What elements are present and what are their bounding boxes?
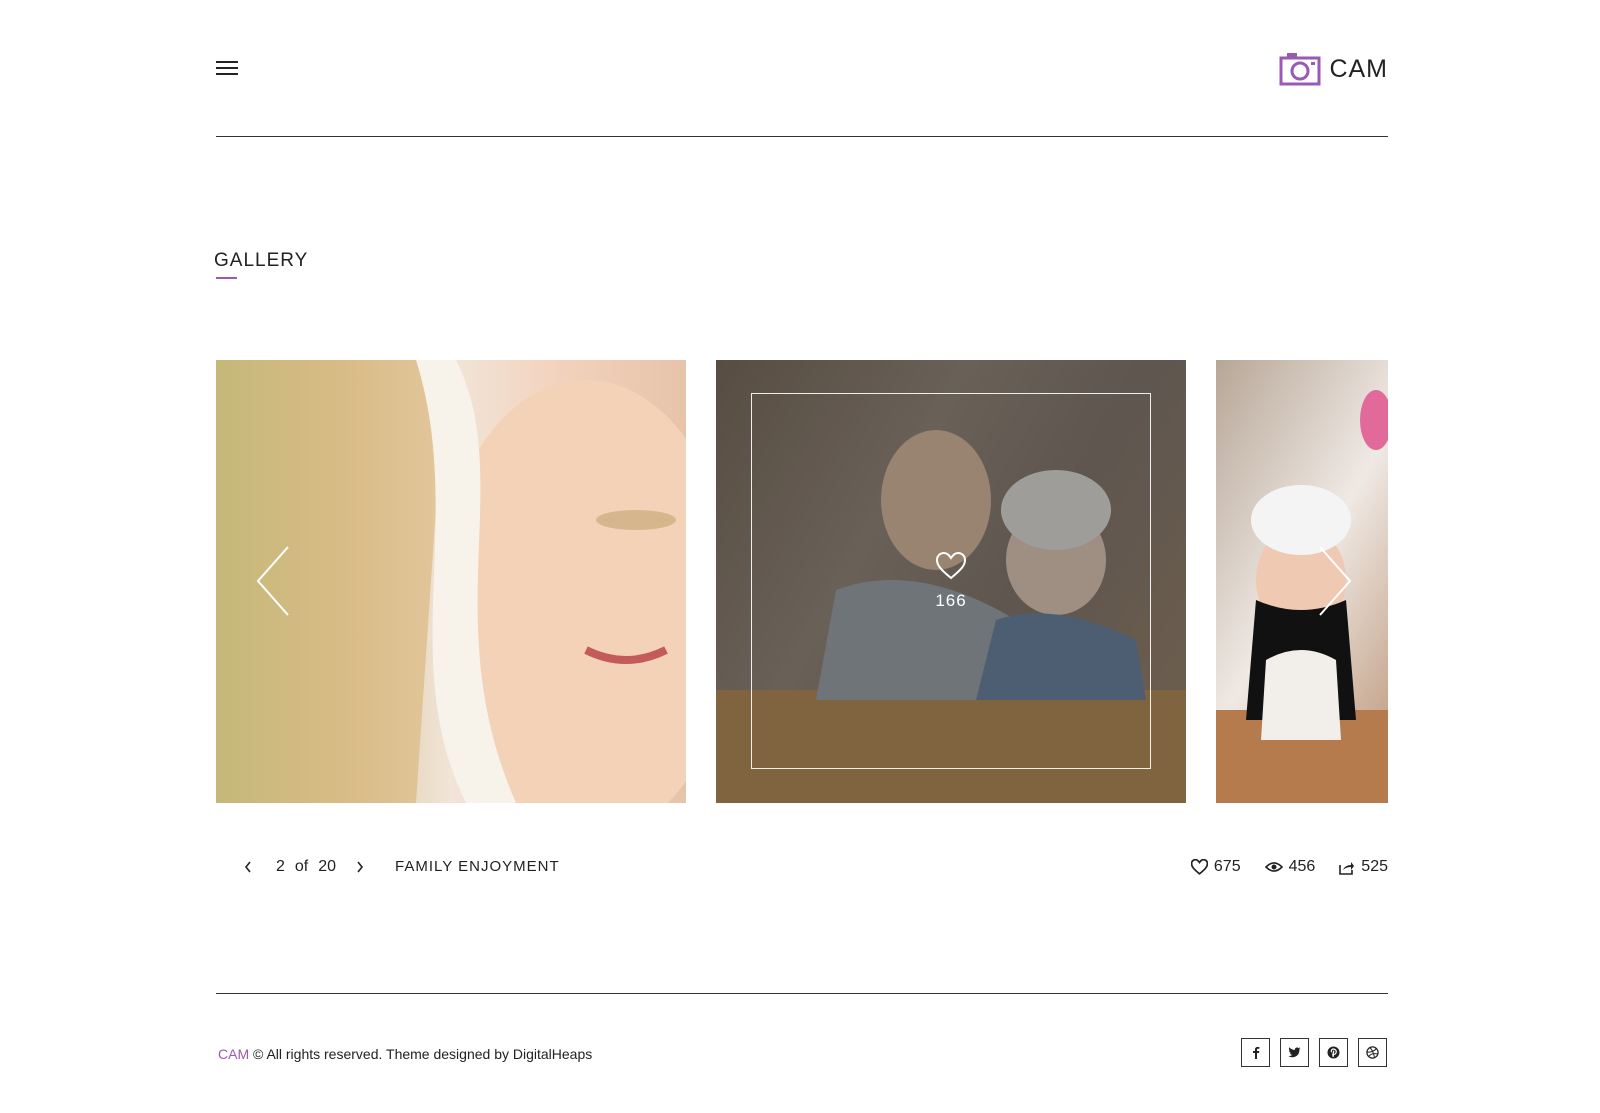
facebook-icon [1252,1047,1259,1059]
gallery-slide-3[interactable] [1216,360,1388,803]
menu-line [216,61,238,63]
logo[interactable]: CAM [1279,52,1388,86]
site-header: CAM [216,0,1388,137]
pager-total: 20 [318,858,337,875]
views-count: 456 [1288,858,1316,875]
pager-of-label: of [294,858,309,875]
likes-stat[interactable]: 675 [1190,858,1241,876]
slide-like-count: 166 [935,591,967,610]
pager-prev-button[interactable] [244,860,256,874]
pinterest-icon [1327,1046,1340,1059]
gallery-slide-2[interactable]: 166 [716,360,1186,803]
menu-line [216,73,238,75]
chevron-right-icon [357,861,364,873]
menu-button[interactable] [216,61,238,77]
twitter-icon [1288,1047,1301,1058]
camera-icon [1279,53,1321,86]
twitter-button[interactable] [1280,1038,1309,1067]
chevron-left-icon [256,546,289,616]
eye-icon [1264,862,1283,872]
heart-icon [1190,859,1208,875]
likes-count: 675 [1213,858,1241,875]
slide-caption: FAMILY ENJOYMENT [395,858,560,875]
dribbble-icon [1366,1046,1379,1059]
carousel-prev-button[interactable] [254,545,294,617]
title-underline [216,277,237,279]
gallery-pager: 2 of 20 [244,858,368,876]
footer-copyright-text: © All rights reserved. Theme designed by… [253,1046,593,1062]
heart-icon [935,551,967,580]
slide-stats: 675 456 525 [1190,858,1388,876]
share-icon [1339,861,1355,875]
chevron-right-icon [1319,546,1352,616]
pager-next-button[interactable] [356,860,368,874]
pager-current: 2 [276,858,285,875]
footer-brand[interactable]: CAM [218,1046,249,1062]
facebook-button[interactable] [1241,1038,1270,1067]
footer-copyright: CAM © All rights reserved. Theme designe… [218,1046,592,1062]
slide-3-image [1216,390,1388,803]
menu-line [216,67,238,69]
social-links [1241,1038,1387,1067]
chevron-left-icon [244,861,251,873]
gallery-carousel: 166 [216,360,1388,803]
views-stat: 456 [1264,858,1316,876]
logo-text: CAM [1329,54,1388,83]
carousel-next-button[interactable] [1314,545,1354,617]
footer-divider [216,993,1388,994]
shares-count: 525 [1361,858,1388,875]
page-title: GALLERY [214,250,309,271]
slide-like-button[interactable]: 166 [716,551,1186,611]
dribbble-button[interactable] [1358,1038,1387,1067]
pinterest-button[interactable] [1319,1038,1348,1067]
shares-stat[interactable]: 525 [1339,858,1388,876]
